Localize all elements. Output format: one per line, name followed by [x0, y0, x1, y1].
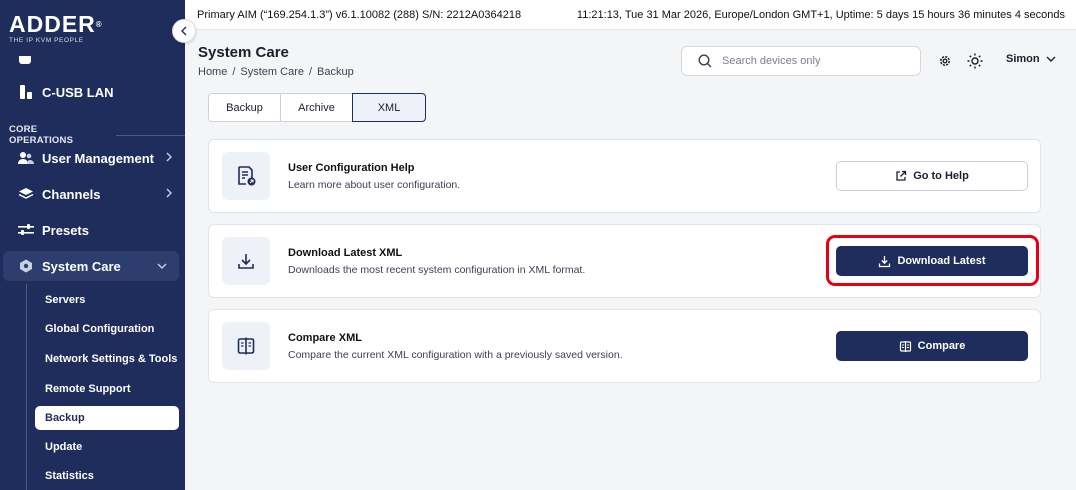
- card-title: Compare XML: [288, 332, 362, 344]
- help-card: User Configuration Help Learn more about…: [208, 139, 1041, 213]
- theme-toggle-button[interactable]: [966, 52, 984, 70]
- chevron-down-icon: [1046, 56, 1056, 62]
- sidebar-item-channels[interactable]: Channels: [0, 179, 185, 209]
- layers-icon: [18, 186, 34, 202]
- sidebar-item-user-management[interactable]: User Management: [0, 143, 185, 173]
- sidebar-item-label: Channels: [42, 186, 101, 202]
- sidebar-item-presets[interactable]: Presets: [0, 215, 185, 245]
- search-icon: [698, 54, 712, 68]
- divider: [115, 134, 185, 136]
- chevron-left-icon: [181, 26, 187, 36]
- sidebar-item-system-care[interactable]: System Care: [3, 251, 179, 281]
- brand-tagline: THE IP KVM PEOPLE: [9, 37, 84, 44]
- collapse-sidebar-button[interactable]: [172, 19, 196, 43]
- brand-name: ADDER: [9, 11, 96, 37]
- card-description: Compare the current XML configuration wi…: [288, 349, 623, 361]
- breadcrumb-home[interactable]: Home: [198, 66, 227, 78]
- settings-button[interactable]: [936, 52, 954, 70]
- page-title: System Care: [198, 44, 289, 61]
- adder-logo[interactable]: ADDER® THE IP KVM PEOPLE: [9, 11, 103, 45]
- sub-tree-line: [26, 284, 27, 490]
- card-title: User Configuration Help: [288, 162, 415, 174]
- tab-backup[interactable]: Backup: [208, 93, 281, 122]
- download-latest-button[interactable]: Download Latest: [836, 246, 1028, 276]
- sidebar-subitem-global-configuration[interactable]: Global Configuration: [35, 317, 179, 341]
- breadcrumb: Home / System Care / Backup: [198, 66, 354, 78]
- sidebar-subitem-update[interactable]: Update: [35, 435, 179, 459]
- sliders-icon: [18, 222, 34, 238]
- document-help-icon: [222, 152, 270, 200]
- chevron-down-icon: [157, 263, 167, 269]
- card-description: Learn more about user configuration.: [288, 179, 461, 191]
- button-label: Go to Help: [913, 170, 969, 182]
- sidebar-subitem-statistics[interactable]: Statistics: [35, 464, 179, 488]
- sidebar: ADDER® THE IP KVM PEOPLE C-USB LAN CORE …: [0, 0, 185, 490]
- search-box[interactable]: [681, 46, 921, 76]
- card-description: Downloads the most recent system configu…: [288, 264, 586, 276]
- tab-xml[interactable]: XML: [352, 93, 426, 122]
- external-link-icon: [896, 170, 907, 181]
- sidebar-item-label: System Care: [42, 258, 121, 274]
- sun-icon: [967, 53, 983, 69]
- compare-icon: [899, 340, 911, 352]
- system-status: 11:21:13, Tue 31 Mar 2026, Europe/London…: [576, 9, 1065, 21]
- top-status-bar: Primary AIM (“169.254.1.3”) v6.1.10082 (…: [185, 0, 1076, 30]
- tab-bar: Backup Archive XML: [208, 93, 426, 122]
- breadcrumb-backup: Backup: [317, 66, 354, 78]
- breadcrumb-separator: /: [308, 66, 313, 78]
- chevron-right-icon: [166, 188, 172, 198]
- user-name: Simon: [1006, 53, 1040, 65]
- sidebar-subitem-remote-support[interactable]: Remote Support: [35, 377, 179, 401]
- button-label: Download Latest: [897, 255, 986, 267]
- breadcrumb-system-care[interactable]: System Care: [240, 66, 304, 78]
- sidebar-subitem-backup[interactable]: Backup: [35, 406, 179, 430]
- button-label: Compare: [917, 340, 966, 352]
- device-info: Primary AIM (“169.254.1.3”) v6.1.10082 (…: [197, 9, 522, 21]
- search-input[interactable]: [722, 55, 902, 67]
- usb-icon: [18, 84, 34, 100]
- user-menu[interactable]: Simon: [1006, 53, 1056, 65]
- users-icon: [18, 150, 34, 166]
- compare-card: Compare XML Compare the current XML conf…: [208, 309, 1041, 383]
- download-icon: [222, 237, 270, 285]
- device-icon: [19, 56, 31, 64]
- tab-archive[interactable]: Archive: [280, 93, 353, 122]
- go-to-help-button[interactable]: Go to Help: [836, 161, 1028, 191]
- download-card: Download Latest XML Downloads the most r…: [208, 224, 1041, 298]
- sidebar-subitem-network-settings[interactable]: Network Settings & Tools: [35, 347, 179, 371]
- compare-icon: [222, 322, 270, 370]
- sidebar-item-label: C-USB LAN: [42, 84, 114, 100]
- brand-mark: ®: [95, 20, 103, 29]
- sidebar-item-label: Presets: [42, 222, 89, 238]
- breadcrumb-separator: /: [232, 66, 236, 78]
- sidebar-item-label: User Management: [42, 150, 154, 166]
- download-icon: [879, 255, 891, 267]
- gear-icon: [940, 56, 950, 66]
- sidebar-subitem-servers[interactable]: Servers: [35, 288, 179, 312]
- sidebar-item-c-usb-lan[interactable]: C-USB LAN: [0, 77, 185, 107]
- chevron-right-icon: [166, 152, 172, 162]
- card-title: Download Latest XML: [288, 247, 403, 259]
- compare-button[interactable]: Compare: [836, 331, 1028, 361]
- cog-hex-icon: [18, 258, 34, 274]
